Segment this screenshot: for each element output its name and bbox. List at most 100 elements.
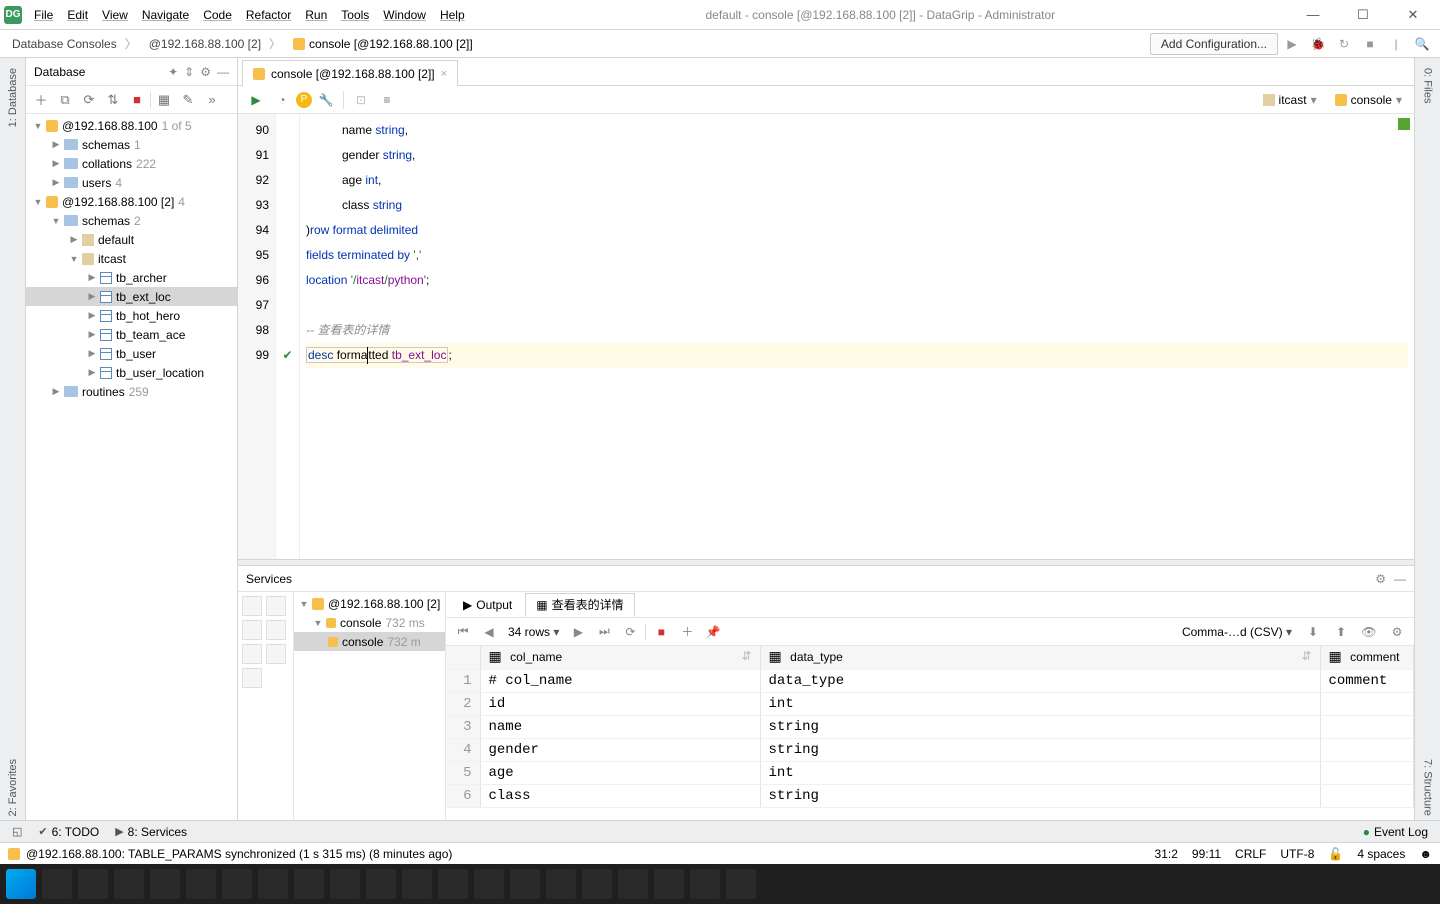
taskbar-icon[interactable] [510, 869, 540, 899]
schema-default[interactable]: ▶default [26, 230, 237, 249]
first-page-icon[interactable]: ⏮ [452, 621, 474, 643]
schemas-2[interactable]: ▼schemas2 [26, 211, 237, 230]
filter-icon[interactable]: ✦ [168, 65, 178, 79]
taskbar-icon[interactable] [726, 869, 756, 899]
tool-button[interactable] [242, 596, 262, 616]
rollback-icon[interactable]: ≡ [375, 88, 399, 112]
status-encoding[interactable]: UTF-8 [1280, 847, 1314, 861]
tool-button[interactable] [242, 644, 262, 664]
menu-file[interactable]: File [28, 4, 59, 26]
table-tb-team-ace[interactable]: ▶tb_team_ace [26, 325, 237, 344]
taskbar-icon[interactable] [366, 869, 396, 899]
event-log-tab[interactable]: ● Event Log [1357, 825, 1434, 839]
taskbar-icon[interactable] [78, 869, 108, 899]
menu-refactor[interactable]: Refactor [240, 4, 297, 26]
taskbar-icon[interactable] [618, 869, 648, 899]
table-tb-hot-hero[interactable]: ▶tb_hot_hero [26, 306, 237, 325]
window-corner-icon[interactable]: ◱ [6, 825, 28, 838]
commit-icon[interactable]: ⊡ [349, 88, 373, 112]
stop-icon[interactable]: ■ [1358, 32, 1382, 56]
results-tab[interactable]: ▦查看表的详情 [525, 593, 634, 617]
routines[interactable]: ▶routines259 [26, 382, 237, 401]
taskbar-icon[interactable] [582, 869, 612, 899]
hide-icon[interactable]: — [217, 65, 229, 79]
next-page-icon[interactable]: ▶ [567, 621, 589, 643]
crumb-console[interactable]: console [@192.168.88.100 [2]] [287, 35, 479, 53]
debug-icon[interactable]: 🐞 [1306, 32, 1330, 56]
code-area[interactable]: name string, gender string, age int, cla… [300, 114, 1414, 559]
db-root-2[interactable]: ▼@192.168.88.100 [2]4 [26, 192, 237, 211]
add-configuration-button[interactable]: Add Configuration... [1150, 33, 1278, 55]
col-header-comment[interactable]: ▦ comment [1320, 646, 1414, 670]
collapse-icon[interactable]: ⇕ [184, 65, 194, 79]
menu-code[interactable]: Code [197, 4, 238, 26]
duplicate-icon[interactable]: ⧉ [54, 89, 76, 111]
taskbar-icon[interactable] [186, 869, 216, 899]
add-icon[interactable]: ＋ [30, 89, 52, 111]
status-position[interactable]: 31:2 [1155, 847, 1178, 861]
run-icon[interactable]: ▶ [1280, 32, 1304, 56]
rerun-icon[interactable]: ↻ [1332, 32, 1356, 56]
last-page-icon[interactable]: ⏭ [593, 621, 615, 643]
todo-tab[interactable]: ✔ 6: TODO [32, 825, 105, 839]
svc-root[interactable]: ▼@192.168.88.100 [2] [294, 594, 445, 613]
side-files-tab[interactable]: 0: Files [1422, 64, 1434, 107]
status-linecol[interactable]: 99:11 [1192, 847, 1221, 861]
taskbar-icon[interactable] [474, 869, 504, 899]
taskbar-icon[interactable] [330, 869, 360, 899]
sync-icon[interactable]: ⇅ [102, 89, 124, 111]
stopwatch-icon[interactable]: ◔ [270, 88, 294, 112]
schemas-1[interactable]: ▶schemas1 [26, 135, 237, 154]
upload-icon[interactable]: ⬆ [1330, 621, 1352, 643]
more-icon[interactable]: » [201, 89, 223, 111]
splitter[interactable] [238, 559, 1414, 566]
add-row-icon[interactable]: ＋ [676, 621, 698, 643]
table-tb-user[interactable]: ▶tb_user [26, 344, 237, 363]
cancel-icon[interactable]: ■ [650, 621, 672, 643]
menu-edit[interactable]: Edit [61, 4, 94, 26]
side-database-tab[interactable]: 1: Database [7, 64, 19, 131]
pin-icon[interactable]: 📌 [702, 621, 724, 643]
results-grid[interactable]: ▦ col_name⇵ ▦ data_type⇵ ▦ comment 1# co… [446, 646, 1414, 820]
table-tb-user-location[interactable]: ▶tb_user_location [26, 363, 237, 382]
schema-itcast[interactable]: ▼itcast [26, 249, 237, 268]
edit-icon[interactable]: ✎ [177, 89, 199, 111]
table-tb-archer[interactable]: ▶tb_archer [26, 268, 237, 287]
gear-icon[interactable]: ⚙ [1375, 572, 1386, 586]
status-lineending[interactable]: CRLF [1235, 847, 1266, 861]
taskbar-icon[interactable] [222, 869, 252, 899]
taskbar-icon[interactable] [402, 869, 432, 899]
taskbar-icon[interactable] [42, 869, 72, 899]
output-tab[interactable]: ▶Output [452, 593, 523, 617]
menu-window[interactable]: Window [377, 4, 432, 26]
tool-button[interactable] [266, 596, 286, 616]
inspector-icon[interactable]: ☻ [1419, 847, 1432, 861]
plan-icon[interactable]: P [296, 92, 312, 108]
close-button[interactable]: ✕ [1390, 1, 1436, 29]
schema-selector[interactable]: itcast▾ [1257, 91, 1323, 109]
services-tab[interactable]: ▶ 8: Services [109, 825, 193, 839]
lock-icon[interactable]: 🔓 [1328, 847, 1343, 861]
rows-label[interactable]: 34 rows ▾ [504, 625, 563, 639]
taskbar-icon[interactable] [294, 869, 324, 899]
prev-page-icon[interactable]: ◀ [478, 621, 500, 643]
console-selector[interactable]: console▾ [1329, 91, 1408, 109]
maximize-button[interactable]: ☐ [1340, 1, 1386, 29]
execute-icon[interactable]: ▶ [244, 88, 268, 112]
tool-button[interactable] [266, 620, 286, 640]
download-icon[interactable]: ⬇ [1302, 621, 1324, 643]
taskbar-icon[interactable] [654, 869, 684, 899]
svc-console-1[interactable]: ▼console732 ms [294, 613, 445, 632]
col-header-colname[interactable]: ▦ col_name⇵ [480, 646, 760, 670]
refresh-icon[interactable]: ⟳ [78, 89, 100, 111]
csv-selector[interactable]: Comma-…d (CSV) ▾ [1178, 625, 1296, 639]
crumb-host[interactable]: @192.168.88.100 [2] [143, 33, 287, 54]
hide-panel-icon[interactable]: — [1394, 572, 1406, 586]
crumb-database-consoles[interactable]: Database Consoles [6, 33, 143, 54]
gear-icon[interactable]: ⚙ [200, 65, 211, 79]
tool-button[interactable] [242, 668, 262, 688]
eye-icon[interactable]: 👁 [1358, 621, 1380, 643]
db-root-1[interactable]: ▼@192.168.88.1001 of 5 [26, 116, 237, 135]
menu-navigate[interactable]: Navigate [136, 4, 195, 26]
table-view-icon[interactable]: ▦ [153, 89, 175, 111]
